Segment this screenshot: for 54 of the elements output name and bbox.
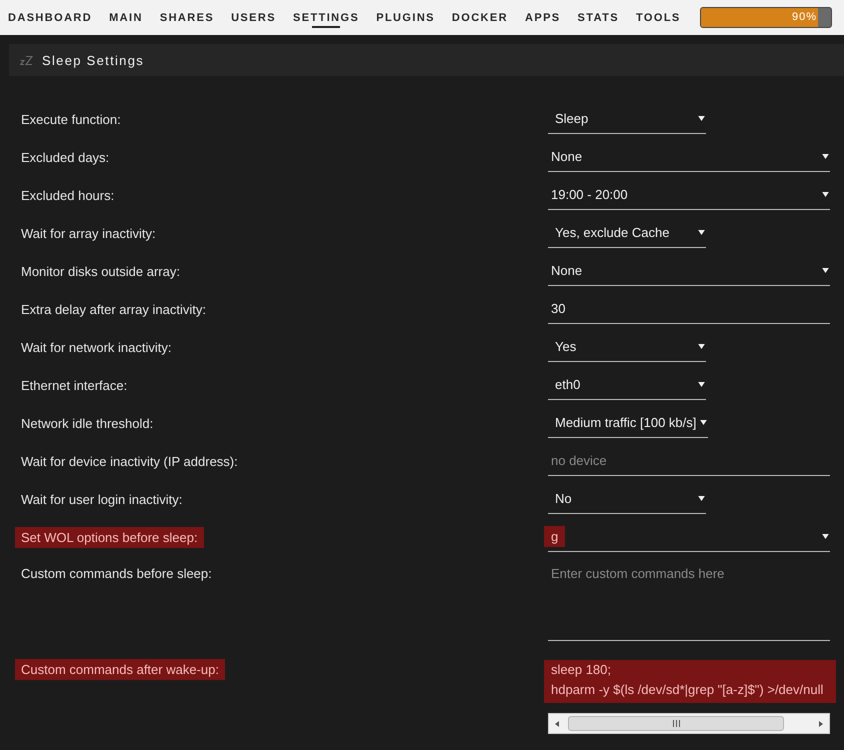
nav-tab[interactable]: APPS xyxy=(524,0,561,35)
setting-label: Wait for device inactivity (IP address): xyxy=(21,454,238,468)
setting-label: Ethernet interface: xyxy=(21,378,128,392)
sleep-icon xyxy=(20,56,33,64)
caret-icon xyxy=(698,496,705,501)
caret-icon xyxy=(822,192,829,197)
nav-tab[interactable]: DOCKER xyxy=(452,0,508,35)
select-field[interactable]: Medium traffic [100 kb/s] xyxy=(548,408,708,438)
select-field[interactable]: eth0 xyxy=(548,370,706,400)
horizontal-scrollbar[interactable] xyxy=(548,713,830,734)
nav-tab[interactable]: STATS xyxy=(578,0,619,35)
setting-label: Wait for network inactivity: xyxy=(21,340,172,354)
setting-label: Wait for array inactivity: xyxy=(21,226,156,240)
caret-icon xyxy=(822,534,829,539)
setting-label: Monitor disks outside array: xyxy=(21,264,180,278)
scroll-left-icon[interactable] xyxy=(555,720,559,726)
caret-icon xyxy=(700,420,708,425)
caret-icon xyxy=(698,230,705,235)
caret-icon xyxy=(698,382,705,387)
caret-icon xyxy=(698,344,705,349)
nav-tab[interactable]: USERS xyxy=(231,0,276,35)
select-field[interactable]: 19:00 - 20:00 xyxy=(548,180,830,210)
text-field[interactable]: 30 xyxy=(548,294,830,324)
nav-tab[interactable]: MAIN xyxy=(109,0,143,35)
setting-label: Network idle threshold: xyxy=(21,416,154,430)
setting-label: Excluded hours: xyxy=(21,188,114,202)
select-field[interactable]: Sleep xyxy=(548,104,706,134)
caret-icon xyxy=(822,154,829,159)
nav-tab[interactable]: SHARES xyxy=(160,0,214,35)
scrollbar-thumb[interactable] xyxy=(568,716,784,731)
select-field[interactable]: Yes, exclude Cache xyxy=(548,218,706,248)
panel-title: Sleep Settings xyxy=(42,52,144,68)
select-field[interactable]: No xyxy=(548,484,706,514)
caret-icon xyxy=(698,116,705,121)
select-field[interactable]: None xyxy=(548,142,830,172)
nav-tab[interactable]: PLUGINS xyxy=(376,0,435,35)
scroll-right-icon[interactable] xyxy=(819,720,823,726)
textarea-field[interactable]: Enter custom commands here xyxy=(548,560,830,641)
setting-label: Excluded days: xyxy=(21,150,110,164)
setting-label: Wait for user login inactivity: xyxy=(21,492,182,506)
setting-label: Extra delay after array inactivity: xyxy=(21,302,206,316)
nav-tab[interactable]: DASHBOARD xyxy=(8,0,92,35)
nav-tab[interactable]: TOOLS xyxy=(636,0,681,35)
meter-reading: 90% xyxy=(792,11,817,24)
nav-tab[interactable]: SETTINGS xyxy=(292,0,360,35)
select-field[interactable]: Yes xyxy=(548,332,706,362)
setting-label: Set WOL options before sleep: xyxy=(15,526,204,548)
text-field[interactable]: no device xyxy=(548,446,830,476)
grip-icon xyxy=(672,720,680,727)
caret-icon xyxy=(822,268,829,273)
setting-label: Custom commands before sleep: xyxy=(21,566,212,581)
select-field[interactable]: None xyxy=(548,256,830,286)
setting-label: Custom commands after wake-up: xyxy=(15,659,225,680)
setting-label: Execute function: xyxy=(21,112,121,126)
